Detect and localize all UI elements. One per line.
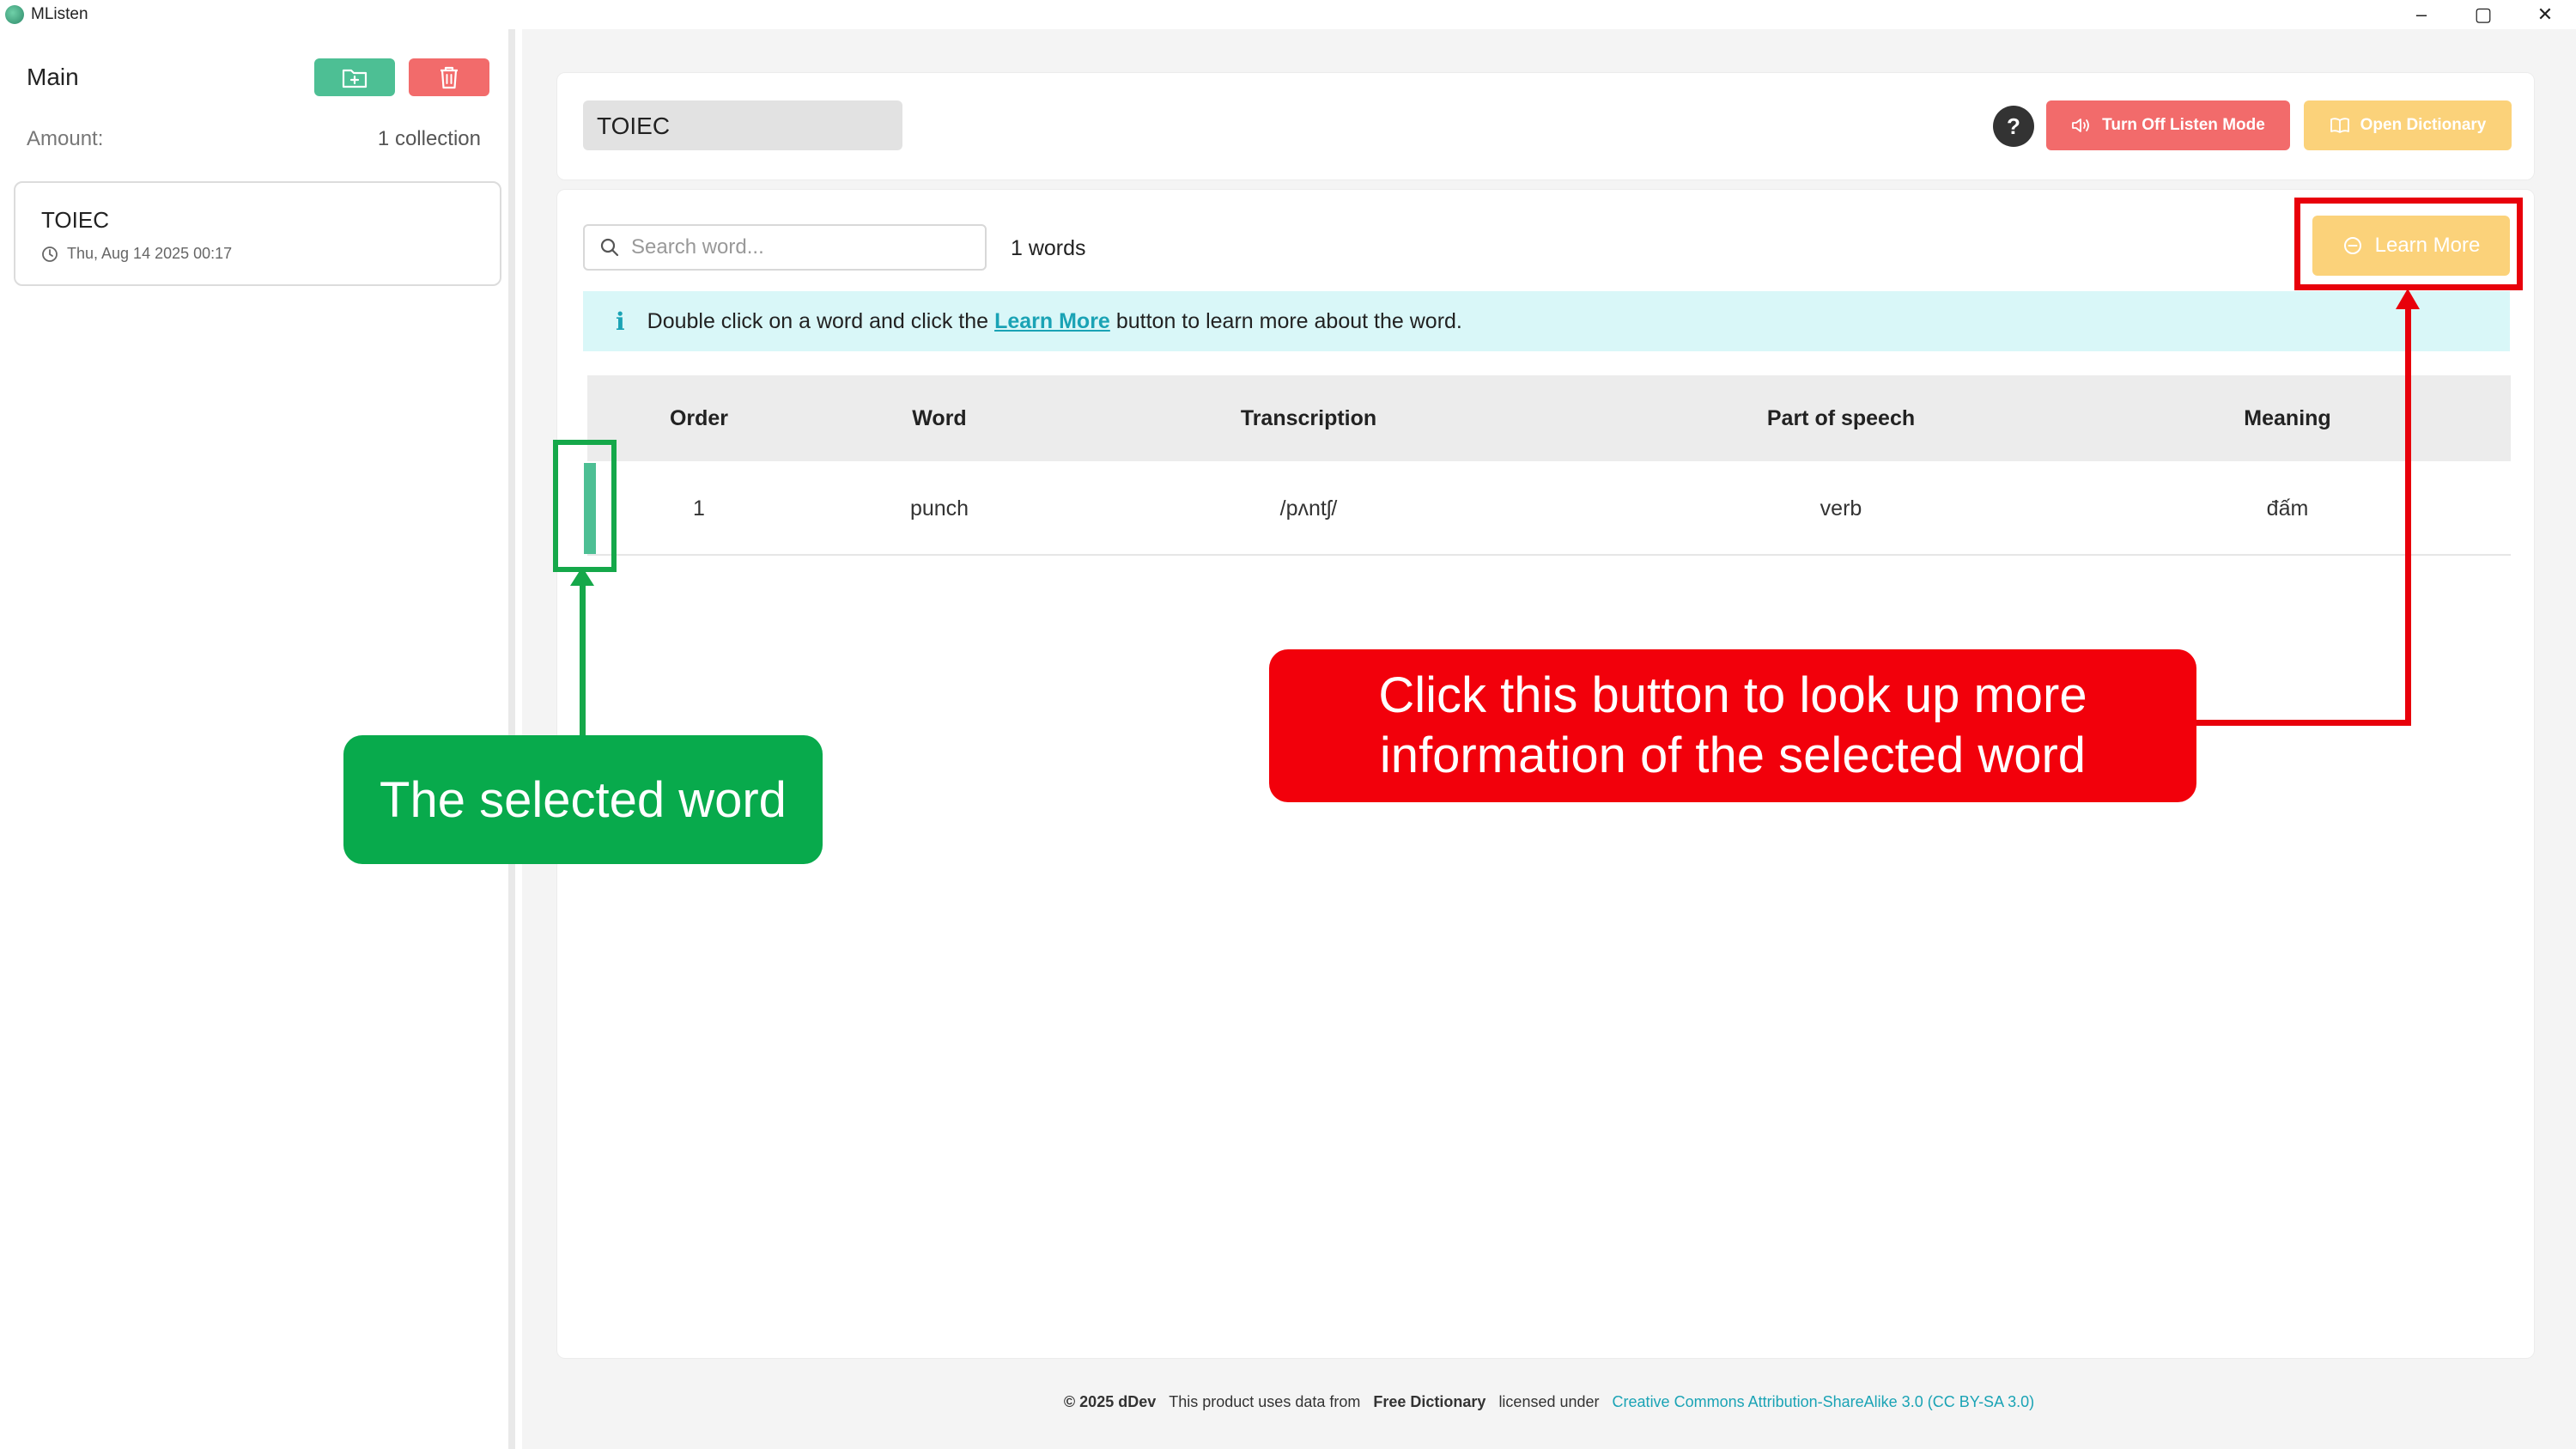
cell-meaning: đấm	[2266, 496, 2309, 521]
collection-header: TOIEC ? Turn Off Listen Mode Open Dictio…	[556, 72, 2535, 180]
listen-mode-button[interactable]: Turn Off Listen Mode	[2046, 100, 2290, 150]
collection-name: TOIEC	[41, 207, 109, 233]
info-banner: i Double click on a word and click the L…	[583, 291, 2510, 351]
clock-icon	[42, 246, 58, 262]
collection-date: Thu, Aug 14 2025 00:17	[41, 245, 232, 263]
learn-more-callout-line2: information of the selected word	[1379, 728, 2087, 783]
trash-icon	[440, 66, 458, 89]
footer-licensed: licensed under	[1498, 1393, 1600, 1410]
learn-more-connector-horizontal	[2195, 720, 2411, 726]
amount-value: 1 collection	[377, 127, 481, 150]
speaker-icon	[2072, 119, 2090, 132]
window-controls: – ▢ ✕	[2391, 0, 2576, 29]
table-row[interactable]: 1 punch /pʌntʃ/ verb đấm	[584, 461, 2511, 556]
title-bar: MListen – ▢ ✕	[0, 0, 2576, 29]
footer-copyright: © 2025 dDev	[1063, 1393, 1157, 1410]
add-collection-button[interactable]	[314, 58, 395, 96]
learn-more-callout-line1: Click this button to look up more	[1378, 667, 2087, 723]
selected-word-highlight-frame	[553, 440, 617, 572]
learn-more-arrow-icon	[2396, 289, 2420, 309]
info-text-before: Double click on a word and click the	[647, 308, 989, 333]
amount-label: Amount:	[27, 127, 104, 150]
selected-word-connector-line	[580, 570, 586, 735]
search-icon	[600, 238, 619, 257]
table-header: Order Word Transcription Part of speech …	[587, 375, 2511, 461]
close-button[interactable]: ✕	[2514, 0, 2576, 29]
cell-order: 1	[693, 496, 705, 521]
selected-word-arrow-icon	[570, 567, 594, 586]
minimize-button[interactable]: –	[2391, 0, 2452, 29]
footer-license-link[interactable]: Creative Commons Attribution-ShareAlike …	[1613, 1393, 2035, 1410]
cell-transcription: /pʌntʃ/	[1279, 496, 1338, 521]
learn-more-callout: Click this button to look up more inform…	[1269, 649, 2196, 802]
collection-card[interactable]: TOIEC Thu, Aug 14 2025 00:17	[14, 181, 501, 286]
column-header-word[interactable]: Word	[871, 375, 1008, 461]
column-header-order[interactable]: Order	[656, 375, 742, 461]
footer-source: Free Dictionary	[1373, 1393, 1486, 1410]
search-input[interactable]	[631, 235, 957, 259]
folder-add-icon	[342, 69, 368, 88]
column-header-part-of-speech[interactable]: Part of speech	[1704, 375, 1978, 461]
cell-part-of-speech: verb	[1820, 496, 1862, 521]
search-box[interactable]	[583, 224, 987, 271]
footer-uses: This product uses data from	[1169, 1393, 1361, 1410]
info-learn-more-link[interactable]: Learn More	[994, 309, 1110, 334]
column-header-meaning[interactable]: Meaning	[2150, 375, 2425, 461]
listen-mode-label: Turn Off Listen Mode	[2102, 116, 2265, 134]
learn-more-highlight-frame	[2294, 198, 2523, 290]
info-text-after: button to learn more about the word.	[1115, 308, 1462, 333]
collection-title-field[interactable]: TOIEC	[583, 100, 902, 150]
open-dictionary-button[interactable]: Open Dictionary	[2304, 100, 2512, 150]
learn-more-connector-vertical	[2405, 302, 2411, 726]
word-count: 1 words	[1011, 236, 1086, 260]
window-title: MListen	[31, 5, 88, 23]
sidebar-heading: Main	[27, 64, 79, 90]
app-logo-icon	[5, 5, 24, 24]
open-dictionary-label: Open Dictionary	[2360, 116, 2487, 134]
maximize-button[interactable]: ▢	[2452, 0, 2514, 29]
info-icon: i	[616, 307, 625, 336]
delete-collection-button[interactable]	[409, 58, 489, 96]
footer: © 2025 dDev This product uses data from …	[522, 1393, 2576, 1411]
help-button[interactable]: ?	[1993, 106, 2034, 147]
selected-word-callout: The selected word	[343, 735, 823, 864]
words-table: Order Word Transcription Part of speech …	[584, 375, 2511, 556]
book-icon	[2330, 118, 2349, 133]
cell-word: punch	[909, 496, 969, 521]
column-header-transcription[interactable]: Transcription	[1171, 375, 1446, 461]
collection-date-text: Thu, Aug 14 2025 00:17	[67, 245, 233, 262]
